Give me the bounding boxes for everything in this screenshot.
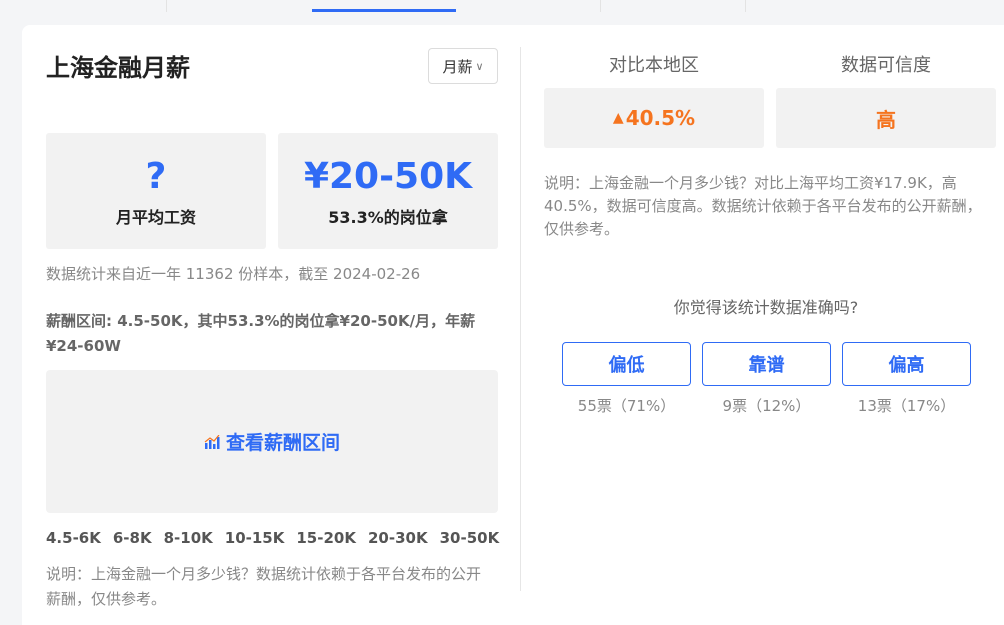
credibility-value: 高 <box>876 107 896 132</box>
range-tick: 30-50K <box>439 529 500 547</box>
vote-high-button[interactable]: 偏高 <box>842 342 971 386</box>
range-tick: 15-20K <box>296 529 356 547</box>
view-range-label: 查看薪酬区间 <box>225 432 340 454</box>
vote-high: 偏高 13票（17%） <box>842 342 971 416</box>
vote-reliable-button[interactable]: 靠谱 <box>702 342 831 386</box>
arrow-up-icon: ▲ <box>612 110 624 126</box>
avg-salary-box: ? 月平均工资 <box>46 133 266 249</box>
range-description: 薪酬区间: 4.5-50K，其中53.3%的岗位拿¥20-50K/月，年薪¥24… <box>46 312 476 355</box>
avg-salary-label: 月平均工资 <box>115 208 196 227</box>
view-range-button[interactable]: 查看薪酬区间 <box>46 370 498 513</box>
salary-card: 上海金融月薪 月薪 ∨ ? 月平均工资 ¥20-50K 53.3%的岗位拿 数据… <box>22 25 1004 625</box>
tab-separator <box>745 0 746 12</box>
tab-separator <box>166 0 167 12</box>
chevron-down-icon: ∨ <box>475 59 484 73</box>
region-delta-box: ▲ 40.5% <box>544 88 764 148</box>
vote-low: 偏低 55票（71%） <box>562 342 691 416</box>
accuracy-question: 你觉得该统计数据准确吗? <box>673 298 859 317</box>
range-tick: 20-30K <box>367 529 428 547</box>
credibility-header: 数据可信度 <box>841 55 931 76</box>
top-range-label: 53.3%的岗位拿 <box>328 208 448 227</box>
source-note: 数据统计来自近一年 11362 份样本，截至 2024-02-26 <box>46 265 421 283</box>
active-tab-indicator[interactable] <box>312 9 456 12</box>
range-tick: 6-8K <box>112 529 152 547</box>
period-select[interactable]: 月薪 ∨ <box>428 48 498 84</box>
left-explanation: 说明：上海金融一个月多少钱？数据统计依赖于各平台发布的公开薪酬，仅供参考。 <box>46 565 482 608</box>
avg-salary-value: ? <box>145 156 167 197</box>
top-range-value: ¥20-50K <box>303 156 473 197</box>
period-select-value: 月薪 <box>442 57 473 76</box>
tab-strip <box>0 0 1004 12</box>
bar-chart-icon <box>204 434 220 449</box>
range-tick: 10-15K <box>224 529 285 547</box>
vote-low-button[interactable]: 偏低 <box>562 342 691 386</box>
salary-summary-panel: 上海金融月薪 月薪 ∨ ? 月平均工资 ¥20-50K 53.3%的岗位拿 数据… <box>46 47 499 608</box>
right-explanation: 说明：上海金融一个月多少钱？对比上海平均工资¥17.9K，高 40.5%，数据可… <box>544 174 982 238</box>
vote-reliable-count: 9票（12%） <box>722 397 811 415</box>
salary-stats: ? 月平均工资 ¥20-50K 53.3%的岗位拿 <box>46 133 498 249</box>
region-delta-value: 40.5% <box>625 106 696 130</box>
vote-group: 偏低 55票（71%） 靠谱 9票（12%） 偏高 13票（17%） <box>562 342 971 416</box>
comparison-values: ▲ 40.5% 高 <box>544 88 996 148</box>
tab-separator <box>600 0 601 12</box>
range-tick-list: 4.5-6K 6-8K 8-10K 10-15K 15-20K 20-30K 3… <box>46 529 499 547</box>
range-tick: 8-10K <box>163 529 213 547</box>
range-tick: 4.5-6K <box>46 529 101 547</box>
comparison-headers: 对比本地区 数据可信度 <box>544 51 996 77</box>
vote-high-count: 13票（17%） <box>857 397 956 415</box>
region-compare-header: 对比本地区 <box>609 55 699 76</box>
vote-low-count: 55票（71%） <box>577 397 676 415</box>
column-divider <box>520 47 521 591</box>
top-range-box: ¥20-50K 53.3%的岗位拿 <box>278 133 498 249</box>
vote-reliable: 靠谱 9票（12%） <box>702 342 831 416</box>
credibility-box: 高 <box>776 88 996 148</box>
